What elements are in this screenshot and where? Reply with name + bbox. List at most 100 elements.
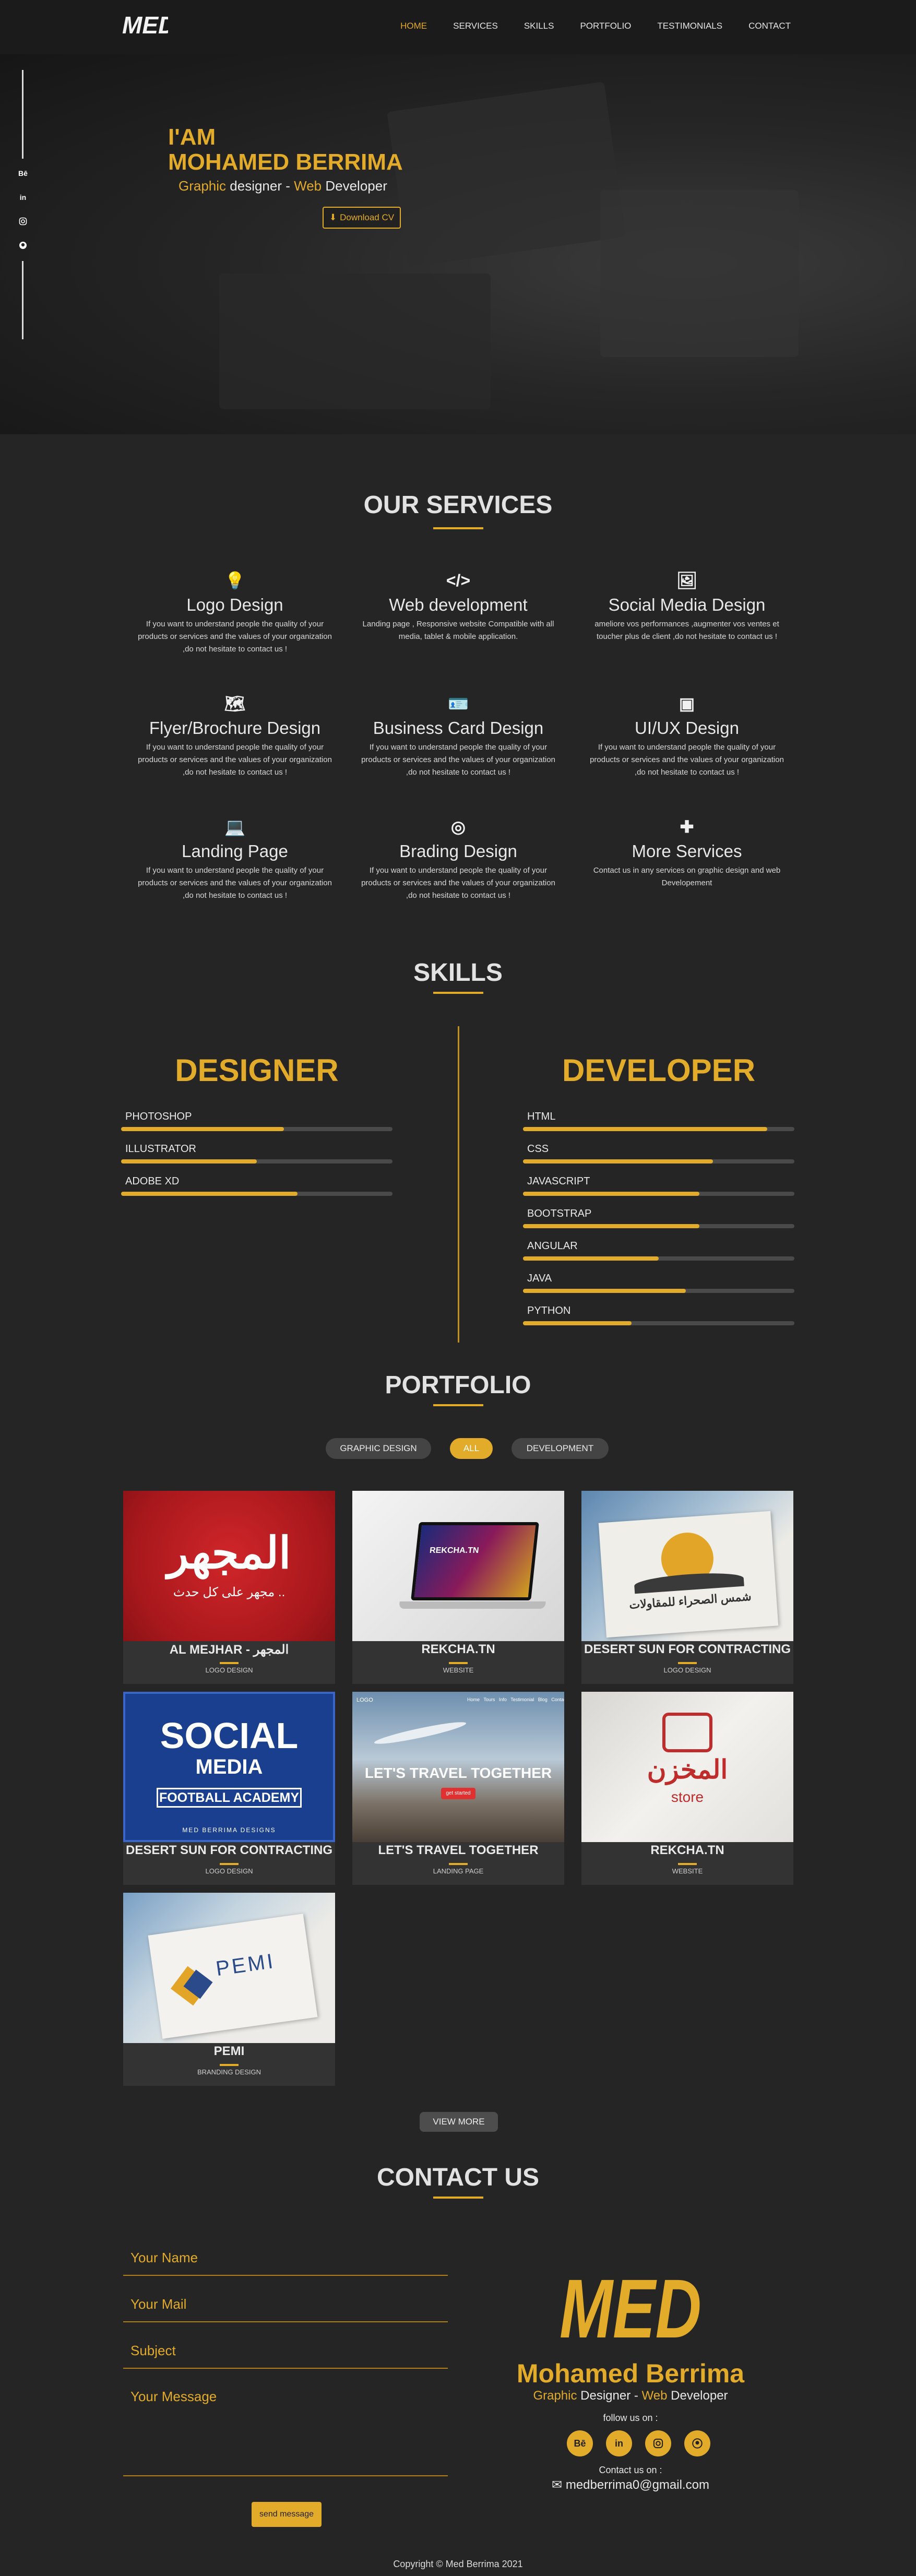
skill-bar-track [523, 1159, 794, 1164]
skill-item: ANGULAR [523, 1240, 794, 1261]
skill-label: CSS [527, 1143, 549, 1155]
hero-section: Bē in I'AM MOHAMED BERRIMA Graphic desig… [0, 54, 916, 434]
service-item: 💻 Landing Page If you want to understand p… [136, 815, 334, 902]
card-image-subtext: store [671, 1789, 704, 1805]
linkedin-icon[interactable]: in [606, 2430, 632, 2456]
hero-role-designer: designer - [226, 177, 294, 194]
laptop-screen: REKCHA.TN [411, 1522, 539, 1600]
code-icon: </> [446, 571, 471, 590]
nav-home[interactable]: HOME [400, 21, 427, 31]
subject-field[interactable]: Subject [123, 2343, 448, 2369]
contact-role-developer: Developer [667, 2389, 728, 2403]
card-title: REKCHA.TN [650, 1843, 724, 1857]
service-title: Landing Page [182, 841, 288, 861]
instagram-icon[interactable] [17, 215, 29, 228]
hero-role: Graphic designer - Web Developer [179, 178, 403, 194]
hero-bg-desk-shape [600, 190, 799, 357]
filter-development[interactable]: DEVELOPMENT [511, 1438, 609, 1459]
nav-services[interactable]: SERVICES [453, 21, 498, 31]
skill-bar-track [121, 1127, 392, 1131]
portfolio-card[interactable]: PEMI PEMI BRANDING DESIGN [123, 1893, 335, 2086]
name-field[interactable]: Your Name [123, 2250, 448, 2276]
github-icon[interactable] [17, 239, 29, 252]
nav-testimonials[interactable]: TESTIMONIALS [657, 21, 722, 31]
message-field[interactable]: Your Message [123, 2389, 448, 2476]
skill-bar-fill [523, 1127, 767, 1131]
view-more-button[interactable]: VIEW MORE [420, 2112, 498, 2132]
card-title: REKCHA.TN [421, 1642, 495, 1656]
service-item: ✚ More Services Contact us in any services… [588, 815, 786, 889]
med-logo[interactable]: MED [121, 6, 168, 43]
card-category: LOGO DESIGN [205, 1666, 253, 1674]
service-description: Contact us in any services on graphic de… [593, 866, 781, 887]
contact-email-text: medberrima0@gmail.com [565, 2478, 709, 2492]
card-title: LET'S TRAVEL TOGETHER [378, 1843, 539, 1857]
services-title: OUR SERVICES [363, 491, 553, 519]
skill-label: HTML [527, 1111, 556, 1122]
download-cv-button[interactable]: ⬇ Download CV [323, 207, 401, 229]
send-message-button[interactable]: send message [252, 2502, 322, 2527]
nav-contact[interactable]: CONTACT [748, 21, 791, 31]
portfolio-card[interactable]: المخزن store REKCHA.TN WEBSITE [581, 1692, 793, 1885]
skill-item: BOOTSTRAP [523, 1208, 794, 1228]
linkedin-icon[interactable]: in [17, 191, 29, 204]
service-description: If you want to understand people the qua… [138, 620, 332, 654]
card-image-text: المخزن [647, 1755, 728, 1784]
contact-email[interactable]: ✉ medberrima0@gmail.com [454, 2477, 807, 2492]
bag-shape [662, 1713, 712, 1752]
skill-label: JAVASCRIPT [527, 1176, 590, 1187]
filter-graphic-design[interactable]: GRAPHIC DESIGN [326, 1438, 431, 1459]
skill-item: JAVASCRIPT [523, 1176, 794, 1196]
portfolio-card[interactable]: المجهر مجهر على كل حدث .. AL MEJHAR - ال… [123, 1491, 335, 1684]
card-image-travel: LOGO Home Tours Info Testimonial Blog Co… [352, 1692, 564, 1842]
card-title: DESERT SUN FOR CONTRACTING [126, 1843, 332, 1857]
service-description: If you want to understand people the qua… [361, 866, 555, 900]
portfolio-card[interactable]: REKCHA.TN REKCHA.TN WEBSITE [352, 1491, 564, 1684]
skill-label: ILLUSTRATOR [125, 1143, 196, 1155]
contact-card-name: Mohamed Berrima [516, 2359, 745, 2388]
nav-portfolio[interactable]: PORTFOLIO [580, 21, 631, 31]
filter-all[interactable]: ALL [450, 1438, 493, 1459]
card-underline [449, 1662, 468, 1664]
skill-bar-fill [121, 1159, 257, 1164]
svg-text:MED: MED [122, 11, 168, 39]
instagram-icon[interactable] [645, 2430, 671, 2456]
github-icon[interactable] [684, 2430, 710, 2456]
card-image-almejhar: المجهر مجهر على كل حدث .. [123, 1491, 335, 1641]
contact-us-label: Contact us on : [599, 2465, 662, 2475]
service-description: ameliore vos performances ,augmenter vos… [594, 620, 779, 641]
service-description: If you want to understand people the qua… [138, 743, 332, 777]
behance-icon[interactable]: Bē [17, 167, 29, 180]
service-description: If you want to understand people the qua… [590, 743, 784, 777]
skill-bar-fill [523, 1289, 686, 1293]
nav-skills[interactable]: SKILLS [524, 21, 554, 31]
laptop-screen-text: REKCHA.TN [429, 1546, 480, 1555]
images-icon: 🖼 [676, 571, 698, 590]
card-image-store: المخزن store [581, 1692, 793, 1842]
card-image-text: SOCIAL [160, 1715, 299, 1756]
email-field[interactable]: Your Mail [123, 2296, 448, 2322]
contact-role-web: Web [641, 2389, 668, 2403]
card-image-subtext: مجهر على كل حدث .. [173, 1585, 285, 1599]
portfolio-card[interactable]: شمس الصحراء للمقاولات DESERT SUN FOR CON… [581, 1491, 793, 1684]
plus-icon: ✚ [680, 817, 694, 836]
skill-item: CSS [523, 1143, 794, 1164]
hero-name: MOHAMED BERRIMA [168, 149, 403, 175]
card-underline [220, 1863, 239, 1865]
skill-item: PYTHON [523, 1305, 794, 1325]
behance-icon[interactable]: Bē [567, 2430, 593, 2456]
skill-bar-track [523, 1127, 794, 1131]
skill-bar-fill [523, 1224, 699, 1228]
laptop-base [399, 1601, 546, 1609]
card-image-badge: FOOTBALL ACADEMY [157, 1788, 302, 1808]
plane-wing [373, 1718, 467, 1748]
portfolio-title: PORTFOLIO [385, 1371, 531, 1399]
service-item: ▣ UI/UX Design If you want to understand p… [588, 692, 786, 779]
portfolio-card[interactable]: SOCIAL MEDIA FOOTBALL ACADEMY MED BERRIM… [123, 1692, 335, 1885]
id-card-icon: 🪪 [448, 694, 469, 713]
portfolio-card[interactable]: LOGO Home Tours Info Testimonial Blog Co… [352, 1692, 564, 1885]
nav-menu: HOME SERVICES SKILLS PORTFOLIO TESTIMONI… [400, 21, 791, 31]
service-title: Web development [389, 595, 528, 614]
hero-bg-laptop-shape [387, 81, 626, 267]
envelope-icon: ✉ [552, 2478, 566, 2492]
